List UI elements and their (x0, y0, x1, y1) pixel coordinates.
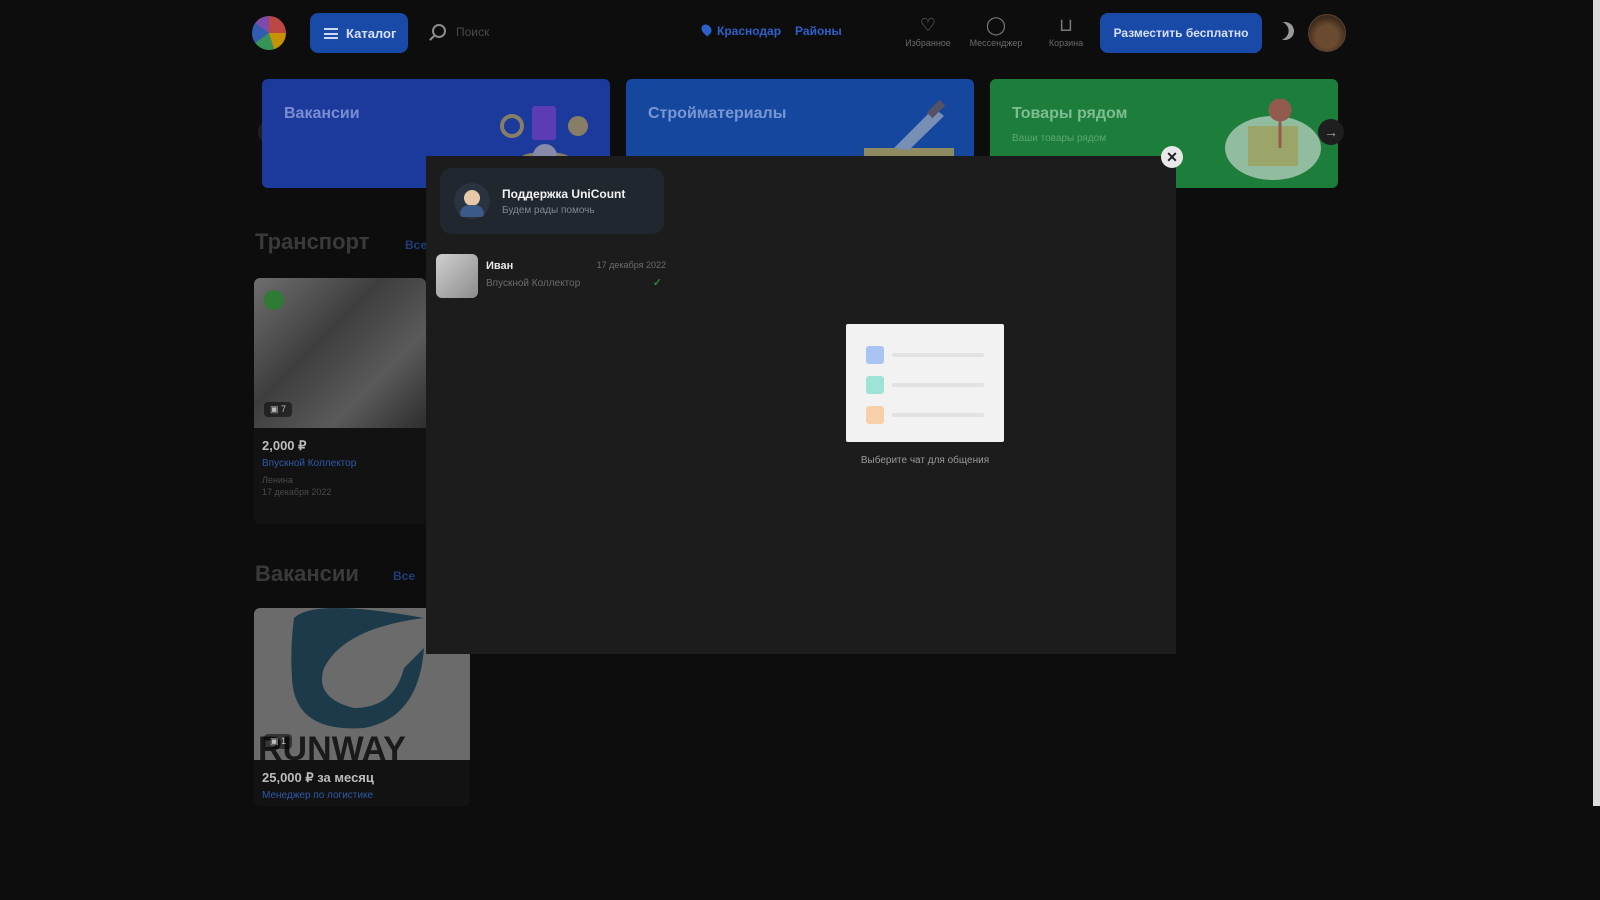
chat-date: 17 декабря 2022 (596, 260, 666, 270)
listing-card-transport[interactable]: ▣ 7 2,000 ₽ Впускной Коллектор Ленина 17… (254, 278, 426, 524)
favorites-label: Избранное (905, 38, 951, 48)
chat-list-item[interactable]: Иван 17 декабря 2022 Впускной Коллектор … (436, 254, 666, 300)
support-subtitle: Будем рады помочь (502, 204, 595, 216)
chat-preview: Впускной Коллектор (486, 278, 581, 289)
logo[interactable] (252, 16, 286, 50)
user-avatar[interactable] (1308, 14, 1346, 52)
top-header: Каталог Краснодар Районы ♡ Избранное ◯ М… (0, 0, 1600, 66)
city-link[interactable]: Краснодар (699, 22, 781, 38)
listing-date: 17 декабря 2022 (262, 487, 332, 497)
catalog-button[interactable]: Каталог (310, 13, 408, 53)
chat-contact-name: Иван (486, 260, 514, 272)
support-chat[interactable]: Поддержка UniCount Будем рады помочь (440, 168, 664, 234)
post-ad-button[interactable]: Разместить бесплатно (1100, 13, 1262, 53)
close-icon[interactable]: ✕ (1161, 146, 1183, 168)
chat-thumbnail (436, 254, 478, 298)
listing-title[interactable]: Впускной Коллектор (262, 458, 418, 469)
location-pin-icon (699, 22, 714, 37)
section-title-transport: Транспорт (255, 229, 370, 254)
search-input[interactable] (456, 20, 676, 44)
section-link-transport[interactable]: Все (405, 238, 427, 252)
listing-price: 2,000 ₽ (262, 438, 307, 453)
heart-icon: ♡ (919, 15, 937, 35)
messenger-label: Мессенджер (969, 38, 1023, 48)
arrow-right-icon[interactable]: → (1318, 119, 1344, 145)
listing-location: Ленина (262, 475, 293, 485)
empty-chat-text: Выберите чат для общения (860, 455, 990, 466)
page-scrollbar[interactable] (1593, 0, 1600, 806)
cart-label: Корзина (1048, 38, 1084, 48)
favorites-button[interactable]: ♡ Избранное (890, 14, 966, 48)
empty-chat-illustration (846, 324, 1004, 442)
catalog-label: Каталог (346, 25, 397, 41)
listing-title[interactable]: Менеджер по логистике (262, 790, 462, 801)
section-link-vacancies[interactable]: Все (393, 569, 415, 583)
basket-icon: ⊔ (1058, 15, 1074, 35)
support-name: Поддержка UniCount (502, 186, 626, 201)
moon-icon[interactable] (1273, 19, 1296, 42)
cart-button[interactable]: ⊔ Корзина (1028, 14, 1104, 48)
photo-count: ▣ 1 (264, 734, 293, 749)
messenger-button[interactable]: ◯ Мессенджер (958, 14, 1034, 48)
section-title-vacancies: Вакансии (255, 561, 359, 586)
districts-link[interactable]: Районы (795, 24, 842, 38)
photo-count: ▣ 7 (264, 402, 293, 417)
location-selector[interactable]: Краснодар Районы (699, 22, 842, 38)
banner-illustration (1218, 98, 1328, 188)
chat-bubble-icon: ◯ (985, 15, 1007, 35)
verified-badge-icon (264, 290, 284, 310)
read-check-icon: ✓ (652, 277, 662, 289)
listing-price: 25,000 ₽ за месяц (262, 770, 374, 785)
support-avatar (454, 183, 490, 219)
menu-icon (324, 27, 338, 39)
search-icon (432, 24, 446, 38)
